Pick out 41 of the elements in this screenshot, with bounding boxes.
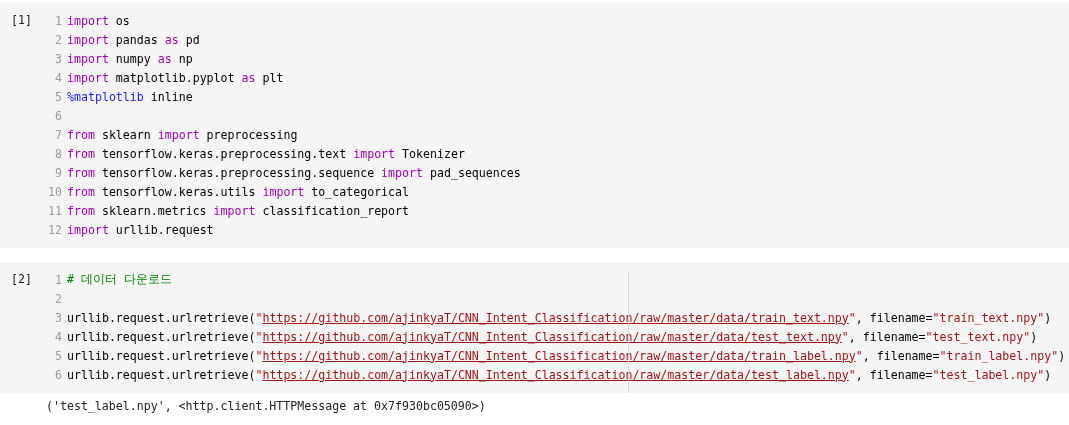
line-number: 11 [47,203,63,218]
code-line: from tensorflow.keras.utils import to_categorical [67,184,410,199]
line-number: 1 [54,13,63,28]
code-line: import urllib.request [67,222,214,237]
code-line: import pandas as pd [67,32,200,47]
code-line: urllib.request.urlretrieve("https://github.com/ajinkyaT/CNN_Intent_Classification/raw/master/data/test_text.npy", filename="test_text.npy") [67,329,1038,344]
line-number: 2 [54,32,63,47]
line-number: 8 [54,146,63,161]
code-line: import numpy as np [67,51,193,66]
line-number: 9 [54,165,63,180]
link[interactable]: https://github.com/ajinkyaT/CNN_Intent_Classification/raw/master/data/train_label.npy [262,348,856,363]
line-number: 3 [54,310,63,325]
code-line: import os [67,13,130,28]
line-number: 6 [54,108,63,123]
execution-count: [1] [10,12,33,29]
code-line: import matplotlib.pyplot as plt [67,70,284,85]
code-line: from tensorflow.keras.preprocessing.sequence import pad_sequences [67,165,521,180]
code-line: urllib.request.urlretrieve("https://github.com/ajinkyaT/CNN_Intent_Classification/raw/master/data/test_label.npy", filename="test_label.npy") [67,367,1052,382]
link[interactable]: https://github.com/ajinkyaT/CNN_Intent_Classification/raw/master/data/test_label.npy [262,367,849,382]
line-number: 6 [54,367,63,382]
line-number: 3 [54,51,63,66]
line-number: 2 [54,291,63,306]
line-number: 1 [54,272,63,287]
code-line: from sklearn import preprocessing [67,127,298,142]
line-number: 5 [54,89,63,104]
code-line: %matplotlib inline [67,89,193,104]
line-number: 4 [54,329,63,344]
line-number: 5 [54,348,63,363]
link[interactable]: https://github.com/ajinkyaT/CNN_Intent_Classification/raw/master/data/test_text.npy [262,329,842,344]
link[interactable]: https://github.com/ajinkyaT/CNN_Intent_Classification/raw/master/data/train_text.npy [262,310,849,325]
code-line: from tensorflow.keras.preprocessing.text import Tokenizer [67,146,465,161]
line-number: 7 [54,127,63,142]
line-number: 12 [47,222,63,237]
code-line: # 데이터 다운로드 [67,272,172,287]
execution-count: [2] [10,271,33,288]
code-line: urllib.request.urlretrieve("https://github.com/ajinkyaT/CNN_Intent_Classification/raw/master/data/train_text.npy", filename="train_text.npy") [67,310,1052,325]
line-number: 4 [54,70,63,85]
code-line: urllib.request.urlretrieve("https://github.com/ajinkyaT/CNN_Intent_Classification/raw/master/data/train_label.npy", filename="train_label.npy") [67,348,1066,363]
code-line: from sklearn.metrics import classification_report [67,203,410,218]
line-number: 10 [47,184,63,199]
cell-output: ('test_label.npy', <http.client.HTTPMessage at 0x7f930bc05090>) [46,399,486,413]
